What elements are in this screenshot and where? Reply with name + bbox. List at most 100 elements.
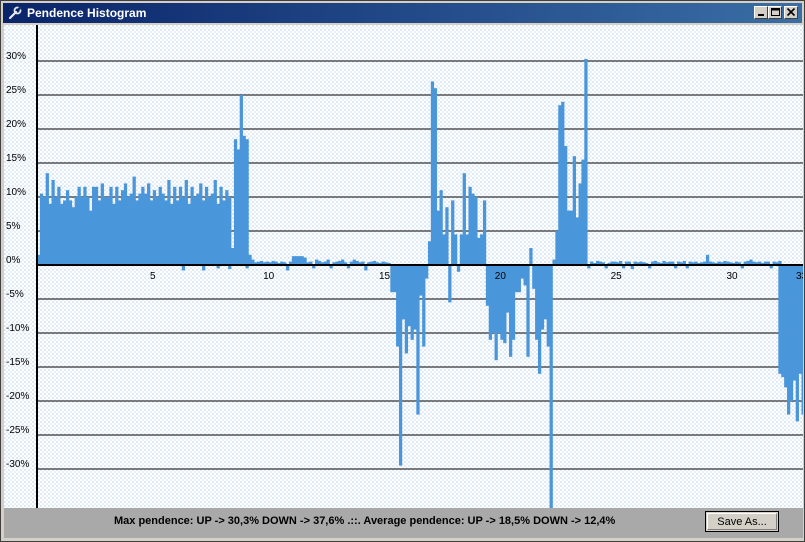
histogram-bar: [65, 190, 70, 265]
histogram-bar: [233, 139, 238, 265]
histogram-bar: [413, 265, 417, 330]
histogram-bar: [454, 234, 458, 265]
histogram-bar: [83, 186, 87, 265]
x-tick-label: 15: [379, 271, 391, 282]
histogram-bar: [422, 265, 426, 347]
y-tick-label: 10%: [6, 187, 26, 198]
histogram-bar: [520, 265, 524, 279]
histogram-bar: [390, 265, 394, 293]
histogram-bar: [526, 265, 530, 357]
histogram-bar: [210, 193, 214, 265]
histogram-bar: [236, 149, 241, 265]
histogram-bar: [173, 186, 177, 265]
histogram-bar: [112, 203, 116, 265]
histogram-bar: [94, 186, 99, 265]
histogram-bar: [789, 265, 794, 401]
y-tick-label: 30%: [6, 51, 26, 62]
histogram-bar: [216, 203, 220, 265]
histogram-bar: [581, 159, 585, 265]
histogram-bar: [219, 186, 223, 265]
histogram-bar: [566, 210, 571, 265]
histogram-bar: [482, 200, 487, 265]
histogram-bar: [92, 186, 96, 265]
histogram-bar: [480, 234, 484, 265]
histogram-bar: [477, 237, 481, 265]
histogram-bar: [184, 180, 188, 265]
histogram-bar: [126, 197, 131, 265]
histogram-bar: [239, 95, 243, 265]
histogram-bar: [474, 197, 478, 265]
y-tick-label: 25%: [6, 85, 26, 96]
y-tick-label: 0%: [6, 255, 21, 266]
histogram-bar: [89, 210, 93, 265]
histogram-bar: [106, 197, 110, 265]
histogram-bar: [196, 193, 200, 265]
histogram-bar: [181, 197, 186, 265]
histogram-bar: [115, 186, 119, 265]
save-as-button[interactable]: Save As...: [705, 511, 779, 532]
histogram-bar: [410, 265, 414, 340]
histogram-bar: [60, 203, 64, 265]
status-bar: Max pendence: UP -> 30,3% DOWN -> 37,6% …: [4, 508, 803, 538]
y-tick-label: -25%: [6, 425, 29, 436]
title-bar[interactable]: Pendence Histogram: [3, 3, 802, 23]
histogram-bar: [207, 197, 212, 265]
histogram-bar: [152, 190, 157, 265]
histogram-bar: [471, 193, 475, 265]
histogram-bar: [103, 197, 107, 265]
histogram-bar: [228, 197, 232, 265]
histogram-bar: [225, 190, 229, 265]
histogram-bar: [39, 193, 44, 265]
histogram-bar: [517, 265, 521, 293]
minimize-button[interactable]: [754, 6, 768, 19]
histogram-bar: [514, 265, 519, 293]
histogram-bar: [120, 190, 125, 265]
histogram-bar: [176, 200, 180, 265]
histogram-bar: [407, 265, 411, 327]
pendence-summary: Max pendence: UP -> 30,3% DOWN -> 37,6% …: [114, 515, 616, 527]
histogram-bar: [190, 186, 194, 265]
histogram-bar: [164, 200, 168, 265]
histogram-bar: [425, 265, 429, 279]
histogram-bar: [561, 101, 565, 265]
histogram-bar: [787, 265, 791, 415]
histogram-bar: [436, 210, 440, 265]
histogram-bar: [141, 186, 145, 265]
histogram-bar: [297, 256, 301, 265]
histogram-bar: [222, 200, 226, 265]
histogram-bar: [537, 265, 542, 374]
histogram-bar: [535, 265, 539, 340]
histogram-bar: [187, 203, 191, 265]
close-button[interactable]: [784, 6, 798, 19]
histogram-bar: [138, 193, 142, 265]
maximize-button[interactable]: [768, 6, 782, 19]
wrench-icon: [7, 5, 23, 21]
histogram-bar: [419, 265, 423, 296]
histogram-bar: [506, 265, 510, 313]
histogram-bar: [77, 186, 81, 265]
histogram-bar: [549, 265, 553, 508]
histogram-bar: [578, 183, 582, 265]
histogram-bar: [51, 180, 55, 265]
x-tick-label: 10: [263, 271, 275, 282]
histogram-bar: [118, 200, 122, 265]
y-tick-label: -20%: [6, 391, 29, 402]
histogram-bar: [45, 173, 49, 265]
histogram-bar: [132, 176, 136, 265]
histogram-bar: [784, 265, 788, 388]
save-as-label: Save As...: [707, 513, 777, 530]
histogram-bar: [86, 197, 90, 265]
histogram-bar: [433, 88, 437, 265]
histogram-bar: [199, 183, 203, 265]
histogram-bar: [213, 180, 217, 265]
histogram-bar: [801, 265, 803, 415]
x-tick-label: 33: [796, 271, 803, 282]
histogram-bar: [204, 186, 209, 265]
histogram-bar: [445, 207, 449, 265]
y-tick-label: 20%: [6, 119, 26, 130]
histogram-bar: [781, 265, 785, 378]
histogram-bar: [462, 173, 466, 265]
histogram-bar: [569, 210, 574, 265]
histogram-bar: [705, 254, 710, 265]
x-tick-label: 20: [495, 271, 507, 282]
